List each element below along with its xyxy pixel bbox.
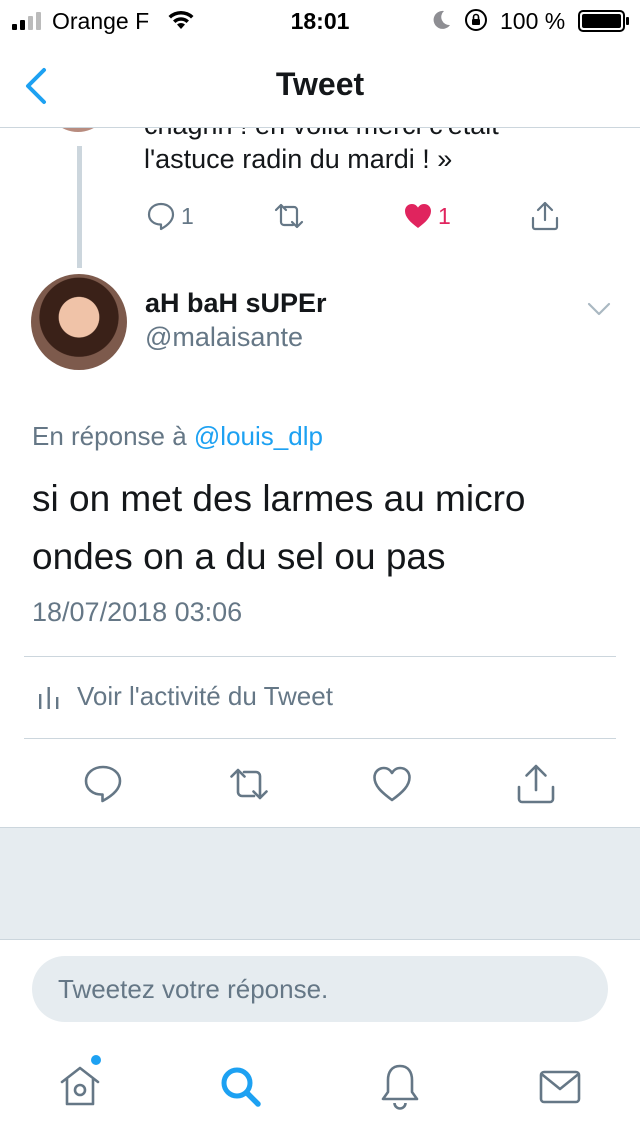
divider bbox=[24, 738, 616, 739]
nav-bar: Tweet bbox=[0, 42, 640, 128]
tweet-timestamp: 18/07/2018 03:06 bbox=[32, 597, 243, 627]
parent-like-button[interactable]: 1 bbox=[402, 198, 451, 234]
parent-share-button[interactable] bbox=[529, 198, 561, 234]
avatar[interactable] bbox=[31, 274, 127, 370]
retweet-icon bbox=[274, 203, 304, 229]
parent-avatar[interactable] bbox=[45, 128, 111, 132]
battery-percentage: 100 % bbox=[500, 8, 566, 34]
search-icon bbox=[221, 1067, 261, 1107]
reply-icon bbox=[147, 202, 175, 231]
parent-retweet-button[interactable] bbox=[273, 198, 305, 234]
activity-label: Voir l'activité du Tweet bbox=[77, 681, 333, 711]
do-not-disturb-icon bbox=[433, 10, 450, 29]
empty-replies-area bbox=[0, 827, 640, 940]
parent-tweet-text-cut: chagrin ! en voilà merci c'était bbox=[144, 128, 499, 141]
share-icon bbox=[517, 764, 555, 804]
status-bar: Orange F 18:01 100 % bbox=[0, 0, 640, 42]
like-count: 1 bbox=[438, 202, 451, 229]
parent-reply-button[interactable]: 1 bbox=[145, 198, 194, 234]
mail-icon bbox=[539, 1070, 581, 1104]
tweet-activity-button[interactable]: Voir l'activité du Tweet bbox=[24, 657, 616, 738]
reply-button[interactable] bbox=[82, 763, 124, 805]
reply-handle-link[interactable]: @louis_dlp bbox=[194, 421, 323, 451]
share-icon bbox=[531, 201, 559, 231]
battery-icon bbox=[578, 10, 629, 32]
tab-messages[interactable] bbox=[536, 1060, 584, 1112]
reply-count: 1 bbox=[181, 202, 194, 229]
retweet-button[interactable] bbox=[228, 763, 270, 805]
tab-home[interactable] bbox=[56, 1060, 104, 1112]
tab-notifications[interactable] bbox=[376, 1060, 424, 1112]
new-content-dot bbox=[91, 1055, 101, 1065]
reply-context: En réponse à @louis_dlp bbox=[32, 421, 323, 452]
thread-line bbox=[77, 146, 82, 268]
display-name[interactable]: aH baH sUPEr bbox=[145, 288, 327, 319]
orientation-lock-icon bbox=[465, 9, 487, 31]
tab-search[interactable] bbox=[216, 1060, 264, 1112]
chevron-down-icon[interactable] bbox=[586, 296, 612, 322]
reply-icon bbox=[84, 765, 122, 803]
activity-chart-icon bbox=[39, 687, 59, 709]
tweet-text: si on met des larmes au micro ondes on a… bbox=[32, 478, 526, 577]
like-button[interactable] bbox=[371, 763, 413, 805]
parent-tweet[interactable]: chagrin ! en voilà merci c'était l'astuc… bbox=[0, 128, 640, 268]
page-title: Tweet bbox=[275, 66, 365, 102]
share-button[interactable] bbox=[515, 763, 557, 805]
home-icon bbox=[60, 1066, 100, 1106]
heart-icon bbox=[373, 766, 411, 802]
bell-icon bbox=[381, 1064, 419, 1110]
heart-filled-icon bbox=[405, 204, 431, 228]
parent-tweet-text: l'astuce radin du mardi ! » bbox=[144, 144, 453, 174]
retweet-icon bbox=[230, 768, 268, 800]
reply-input[interactable] bbox=[32, 956, 608, 1022]
reply-prefix: En réponse à bbox=[32, 421, 187, 451]
username[interactable]: @malaisante bbox=[145, 322, 303, 353]
